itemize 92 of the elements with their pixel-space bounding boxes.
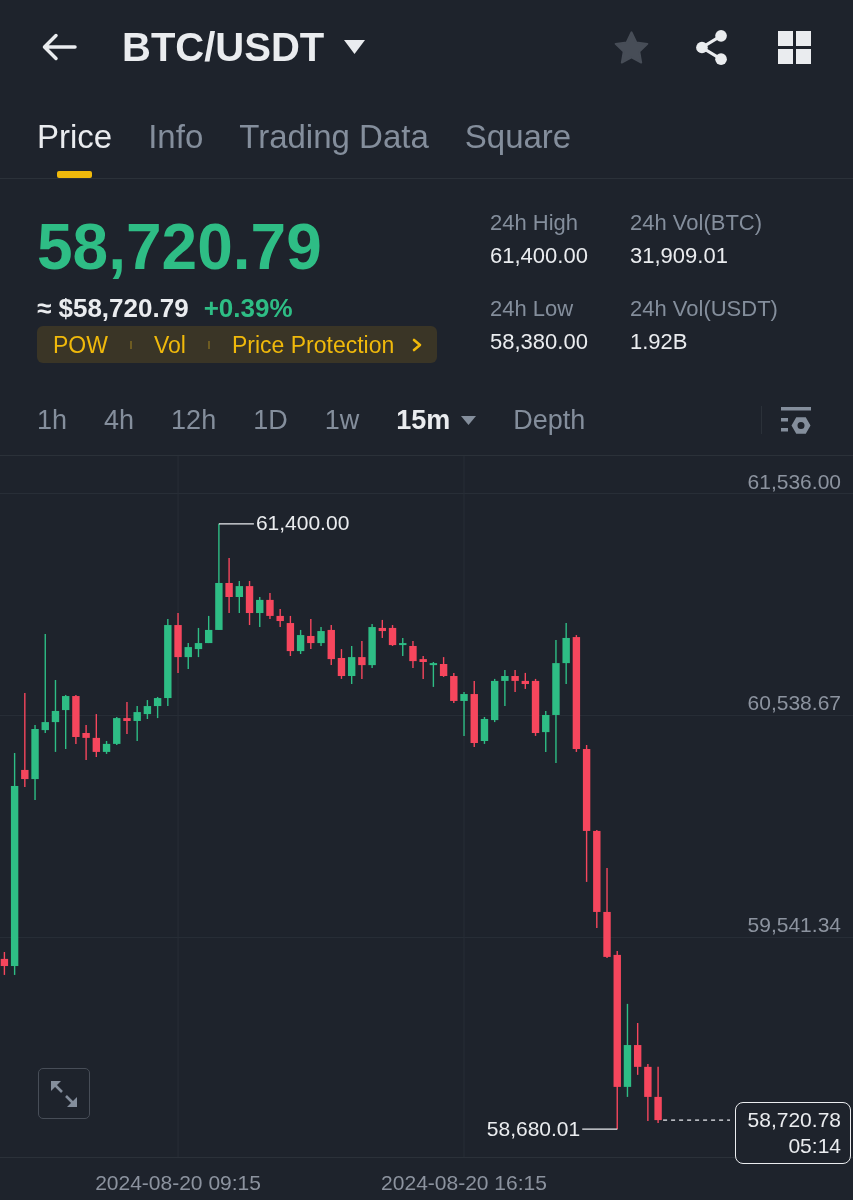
diagonal-arrows-icon — [51, 1080, 77, 1107]
candle — [378, 619, 386, 639]
timeframe-tab[interactable]: 1w — [324, 404, 360, 436]
candle — [266, 592, 274, 620]
time-axis-label: 2024-08-20 16:15 — [381, 1170, 547, 1194]
candle — [542, 710, 550, 753]
stat-label: 24h High — [490, 209, 579, 237]
candle — [133, 705, 141, 742]
last-price: 58,720.79 — [37, 215, 322, 279]
candle — [409, 640, 417, 669]
candle — [439, 656, 448, 678]
candle — [470, 680, 478, 748]
stat-value: 58,380.00 — [490, 328, 588, 356]
candle — [123, 701, 131, 735]
candle — [317, 626, 325, 647]
settings-icon[interactable] — [781, 406, 811, 434]
last-price-line — [662, 1119, 731, 1121]
last-price-value: 58,720.78 — [747, 1107, 841, 1134]
timeframe-tab[interactable]: 4h — [104, 404, 135, 436]
candle — [245, 580, 254, 626]
candle — [348, 645, 356, 685]
active-tab-indicator — [57, 171, 93, 178]
timeframe-tab[interactable]: 12h — [171, 404, 217, 436]
share-icon[interactable] — [696, 29, 727, 65]
candle — [256, 596, 264, 628]
stat-value: 1.92B — [630, 328, 688, 356]
high-price-leader-line — [218, 523, 255, 525]
stat-label: 24h Low — [490, 295, 574, 323]
high-price-label: 61,400.00 — [255, 511, 350, 535]
pair-selector[interactable]: BTC/USDT — [122, 25, 366, 69]
tab[interactable]: Price — [37, 119, 113, 178]
timeframe-tab[interactable]: 1D — [253, 404, 288, 436]
stat-label: 24h Vol(USDT) — [630, 295, 778, 323]
price-axis-label: 61,536.00 — [747, 469, 841, 493]
grid-icon[interactable] — [778, 30, 811, 64]
timeframe-tab[interactable]: Depth — [513, 404, 586, 436]
stat-label: 24h Vol(BTC) — [630, 209, 763, 237]
candle — [644, 1063, 652, 1122]
tag-bar[interactable]: POW Vol Price Protection — [37, 326, 438, 363]
stat-value: 31,909.01 — [630, 242, 728, 270]
time-axis-label: 2024-08-20 09:15 — [95, 1170, 261, 1194]
tab[interactable]: Square — [464, 119, 572, 178]
timeframe-tab[interactable]: 1h — [37, 404, 68, 436]
candle — [205, 615, 213, 644]
price-change: +0.39% — [203, 292, 293, 324]
candle — [501, 669, 509, 707]
candle — [174, 612, 182, 674]
star-icon[interactable] — [614, 30, 649, 64]
candle — [225, 557, 233, 614]
candle-countdown: 05:14 — [788, 1133, 841, 1160]
candle — [531, 678, 540, 737]
timeframe-tab[interactable]: 15m — [396, 404, 477, 436]
candle — [82, 724, 90, 761]
tag-label: Price Protection — [231, 330, 395, 359]
candle — [388, 624, 397, 647]
candle — [337, 648, 346, 680]
candle — [460, 691, 468, 737]
left-arrow-icon[interactable] — [41, 33, 77, 61]
candle — [235, 580, 243, 614]
low-price-leader-line — [581, 1128, 618, 1130]
candle — [113, 716, 121, 746]
caret-icon — [344, 40, 366, 54]
low-price-label: 58,680.01 — [486, 1116, 581, 1140]
candle — [450, 672, 458, 704]
stat-value: 61,400.00 — [490, 242, 588, 270]
expand-button[interactable] — [38, 1068, 90, 1119]
candle — [419, 655, 427, 680]
fiat-price: ≈ $58,720.79 — [37, 292, 189, 324]
candle — [368, 623, 376, 669]
tab[interactable]: Trading Data — [239, 119, 429, 178]
candle — [399, 637, 407, 657]
candle — [562, 622, 570, 685]
candle — [327, 624, 335, 666]
candle — [307, 618, 315, 650]
chevron-right-icon — [412, 337, 423, 352]
candle — [358, 640, 366, 680]
candle — [521, 672, 529, 690]
candle — [194, 627, 203, 658]
candle — [153, 696, 162, 719]
tab[interactable]: Info — [148, 119, 204, 178]
candle — [511, 669, 519, 693]
candle — [143, 699, 152, 720]
tag-label: Vol — [153, 330, 186, 359]
candle — [184, 642, 192, 670]
candle — [276, 608, 284, 628]
candle — [72, 694, 80, 745]
candle — [654, 1066, 662, 1124]
price-axis-label: 59,541.34 — [747, 913, 841, 937]
candle — [429, 661, 438, 688]
tag-label: POW — [53, 330, 108, 359]
candle — [62, 694, 70, 750]
price-axis-label: 60,538.67 — [747, 691, 841, 715]
